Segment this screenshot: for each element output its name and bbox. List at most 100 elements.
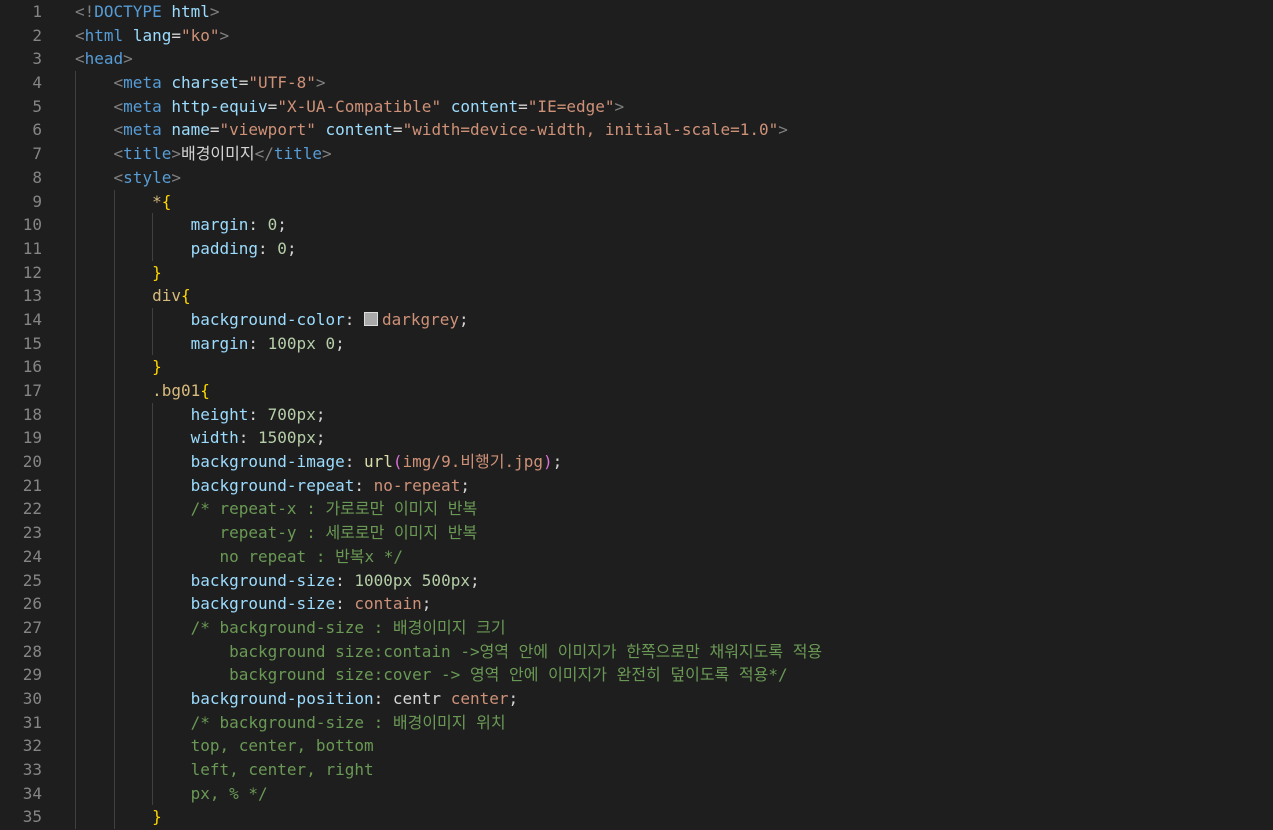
code-line[interactable]: 19 width: 1500px; <box>0 426 1273 451</box>
indent-guide <box>75 781 76 806</box>
code-token: background size:contain ->영역 안에 이미지가 한쪽으… <box>190 641 823 661</box>
code-text: *{ <box>75 189 171 214</box>
code-line[interactable]: 27 /* background-size : 배경이미지 크기 <box>0 615 1273 640</box>
code-text: <meta name="viewport" content="width=dev… <box>75 118 788 143</box>
code-line[interactable]: 20 background-image: url(img/9.비행기.jpg); <box>0 450 1273 474</box>
code-line[interactable]: 26 background-size: contain; <box>0 592 1273 616</box>
code-text: <meta charset="UTF-8"> <box>75 71 326 95</box>
code-line[interactable]: 13 div{ <box>0 284 1273 308</box>
code-text: /* background-size : 배경이미지 크기 <box>75 615 506 640</box>
code-line[interactable]: 22 /* repeat-x : 가로로만 이미지 반복 <box>0 497 1273 522</box>
line-number: 29 <box>22 665 42 685</box>
code-line[interactable]: 31 /* background-size : 배경이미지 위치 <box>0 710 1273 735</box>
indent-guide <box>152 236 154 261</box>
code-line[interactable]: 2 <html lang="ko"> <box>0 24 1273 48</box>
code-token: : <box>248 404 268 424</box>
line-number: 22 <box>22 499 42 519</box>
code-line[interactable]: 7 <title>배경이미지</title> <box>0 142 1273 166</box>
code-text: <html lang="ko"> <box>75 24 229 48</box>
color-swatch[interactable] <box>363 311 378 326</box>
code-token: no-repeat <box>373 475 461 495</box>
indent-guide <box>113 402 115 427</box>
code-line[interactable]: 5 <meta http-equiv="X-UA-Compatible" con… <box>0 94 1273 119</box>
code-token: = <box>518 96 528 116</box>
code-line[interactable]: 33 left, center, right <box>0 758 1273 782</box>
code-token: .bg01 <box>152 381 201 400</box>
code-line[interactable]: 12 } <box>0 260 1273 285</box>
code-token: DOCTYPE <box>94 2 162 21</box>
code-token: < <box>113 96 124 116</box>
indent-guide <box>152 568 154 593</box>
code-line[interactable]: 23 repeat-y : 세로로만 이미지 반복 <box>0 521 1273 545</box>
code-token: ; <box>421 594 432 614</box>
code-text: div{ <box>75 284 191 308</box>
code-line[interactable]: 29 background size:cover -> 영역 안에 이미지가 완… <box>0 663 1273 687</box>
code-line[interactable]: 6 <meta name="viewport" content="width=d… <box>0 118 1273 143</box>
indent-guide <box>75 426 76 451</box>
code-editor[interactable]: 1 <!DOCTYPE html> 2 <html lang="ko"> 3 <head>… <box>0 0 1273 830</box>
code-token: = <box>171 25 181 45</box>
code-line[interactable]: 17 .bg01{ <box>0 379 1273 403</box>
code-token: { <box>180 286 191 306</box>
indent-guide <box>113 284 115 308</box>
code-line[interactable]: 34 px, % */ <box>0 781 1273 806</box>
code-line[interactable]: 21 background-repeat: no-repeat; <box>0 473 1273 498</box>
indent-guide <box>113 521 115 545</box>
code-token: > <box>315 73 326 93</box>
code-line[interactable]: 28 background size:contain ->영역 안에 이미지가 … <box>0 639 1273 664</box>
indent-guide <box>75 521 76 545</box>
code-token: padding <box>190 238 259 258</box>
code-token: ; <box>286 238 297 258</box>
code-token: "UTF-8" <box>248 73 316 93</box>
code-token: px, % */ <box>190 783 268 803</box>
code-token: < <box>113 120 124 140</box>
code-token: style <box>123 167 172 187</box>
code-token: 1500px <box>258 428 316 448</box>
code-text: } <box>75 805 162 830</box>
code-text: <style> <box>75 165 181 190</box>
code-text: no repeat : 반복x */ <box>75 544 404 569</box>
indent-guide <box>75 355 76 380</box>
code-line[interactable]: 25 background-size: 1000px 500px; <box>0 568 1273 593</box>
code-token: > <box>778 120 788 140</box>
code-line[interactable]: 18 height: 700px; <box>0 402 1273 427</box>
code-line[interactable]: 24 no repeat : 반복x */ <box>0 544 1273 569</box>
code-line[interactable]: 15 margin: 100px 0; <box>0 331 1273 356</box>
code-line[interactable]: 9 *{ <box>0 189 1273 214</box>
code-token: center <box>450 688 509 708</box>
code-line[interactable]: 32 top, center, bottom <box>0 734 1273 759</box>
code-line[interactable]: 4 <meta charset="UTF-8"> <box>0 71 1273 95</box>
line-number: 12 <box>22 262 42 282</box>
code-token: charset <box>171 73 239 93</box>
code-line[interactable]: 11 padding: 0; <box>0 236 1273 261</box>
line-number: 21 <box>22 475 42 495</box>
code-token: <! <box>75 2 95 21</box>
code-line[interactable]: 16 } <box>0 355 1273 380</box>
indent-guide <box>75 544 76 569</box>
line-number: 13 <box>22 286 42 306</box>
code-token: 500px <box>421 570 470 590</box>
code-token: "ko" <box>180 25 220 45</box>
code-line[interactable]: 8 <style> <box>0 165 1273 190</box>
code-text: height: 700px; <box>75 402 325 427</box>
code-line[interactable]: 35 } <box>0 805 1273 830</box>
code-token: "X-UA-Compatible" <box>277 96 442 116</box>
code-text: background-position: centr center; <box>75 686 518 711</box>
code-token: no repeat : 반복x */ <box>190 546 404 566</box>
indent-guide <box>75 284 76 308</box>
code-token: ( <box>392 452 403 472</box>
code-line[interactable]: 14 background-color: darkgrey; <box>0 307 1273 332</box>
code-line[interactable]: 10 margin: 0; <box>0 213 1273 237</box>
code-token: 700px <box>267 404 316 424</box>
code-token: background-position <box>190 688 374 708</box>
code-line[interactable]: 1 <!DOCTYPE html> <box>0 0 1273 24</box>
code-line[interactable]: 3 <head> <box>0 47 1273 71</box>
code-line[interactable]: 30 background-position: centr center; <box>0 686 1273 711</box>
code-token: > <box>171 167 181 187</box>
